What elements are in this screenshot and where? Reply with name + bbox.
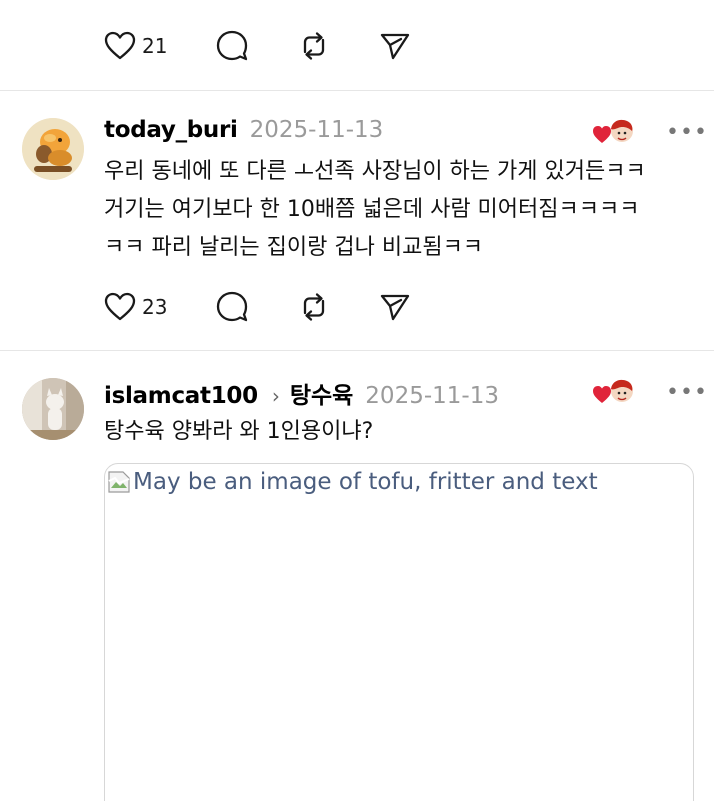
community-name[interactable]: 탕수육 bbox=[290, 376, 353, 410]
post-actions: 23 bbox=[104, 287, 459, 327]
chevron-right-icon: › bbox=[271, 384, 280, 408]
like-count: 21 bbox=[142, 34, 168, 58]
share-button[interactable] bbox=[379, 30, 411, 62]
heart-reaction-badge-icon bbox=[593, 119, 633, 143]
broken-image: May be an image of tofu, fritter and tex… bbox=[107, 468, 598, 496]
post-body: 탕수육 양봐라 와 1인용이냐? bbox=[104, 413, 704, 451]
comment-button[interactable] bbox=[215, 29, 249, 63]
repost-icon bbox=[304, 293, 325, 321]
post-header: today_buri 2025-11-13 bbox=[104, 117, 383, 143]
post-actions: 21 bbox=[104, 26, 459, 66]
heart-icon bbox=[104, 31, 136, 60]
share-send-icon bbox=[381, 294, 410, 321]
post-text-line: ㅋㅋ 파리 날리는 집이랑 겁나 비교됨ㅋㅋ bbox=[104, 235, 484, 260]
share-send-icon bbox=[381, 33, 410, 60]
repost-button[interactable] bbox=[297, 30, 331, 62]
username[interactable]: today_buri bbox=[104, 117, 238, 143]
heart-icon bbox=[104, 292, 136, 321]
avatar[interactable] bbox=[22, 118, 84, 180]
feed: 21 today_buri 2025-11-13 ••• 우리 동네에 또 다른… bbox=[0, 0, 714, 801]
comment-bubble-icon bbox=[217, 291, 248, 322]
post-date: 2025-11-13 bbox=[249, 117, 384, 143]
post-text-line: 우리 동네에 또 다른 ㅗ선족 사장님이 하는 가게 있거든ㅋㅋ bbox=[104, 159, 646, 184]
like-button[interactable]: 23 bbox=[104, 292, 167, 322]
post-header: islamcat100 › 탕수육 2025-11-13 bbox=[104, 376, 499, 410]
comment-button[interactable] bbox=[215, 290, 249, 324]
like-count: 23 bbox=[142, 295, 168, 319]
post-image[interactable]: May be an image of tofu, fritter and tex… bbox=[104, 463, 694, 801]
post-text-line: 거기는 여기보다 한 10배쯤 넓은데 사람 미어터짐ㅋㅋㅋㅋ bbox=[104, 197, 640, 222]
post-date: 2025-11-13 bbox=[365, 383, 499, 409]
avatar[interactable] bbox=[22, 378, 84, 440]
avatar-image bbox=[22, 118, 84, 180]
like-button[interactable]: 21 bbox=[104, 31, 167, 61]
repost-icon bbox=[304, 32, 325, 60]
image-alt-text: May be an image of tofu, fritter and tex… bbox=[133, 469, 598, 495]
comment-bubble-icon bbox=[217, 30, 248, 61]
heart-reaction-badge-icon bbox=[593, 379, 633, 403]
broken-image-icon bbox=[108, 471, 130, 493]
post-body: 우리 동네에 또 다른 ㅗ선족 사장님이 하는 가게 있거든ㅋㅋ 거기는 여기보… bbox=[104, 153, 704, 267]
share-button[interactable] bbox=[379, 291, 411, 323]
divider bbox=[0, 350, 714, 351]
repost-button[interactable] bbox=[297, 291, 331, 323]
divider bbox=[0, 90, 714, 91]
username[interactable]: islamcat100 bbox=[104, 383, 258, 409]
post-text-line: 탕수육 양봐라 와 1인용이냐? bbox=[104, 419, 374, 444]
more-options-button[interactable]: ••• bbox=[666, 122, 708, 144]
avatar-image bbox=[22, 378, 84, 440]
more-options-button[interactable]: ••• bbox=[666, 382, 708, 404]
